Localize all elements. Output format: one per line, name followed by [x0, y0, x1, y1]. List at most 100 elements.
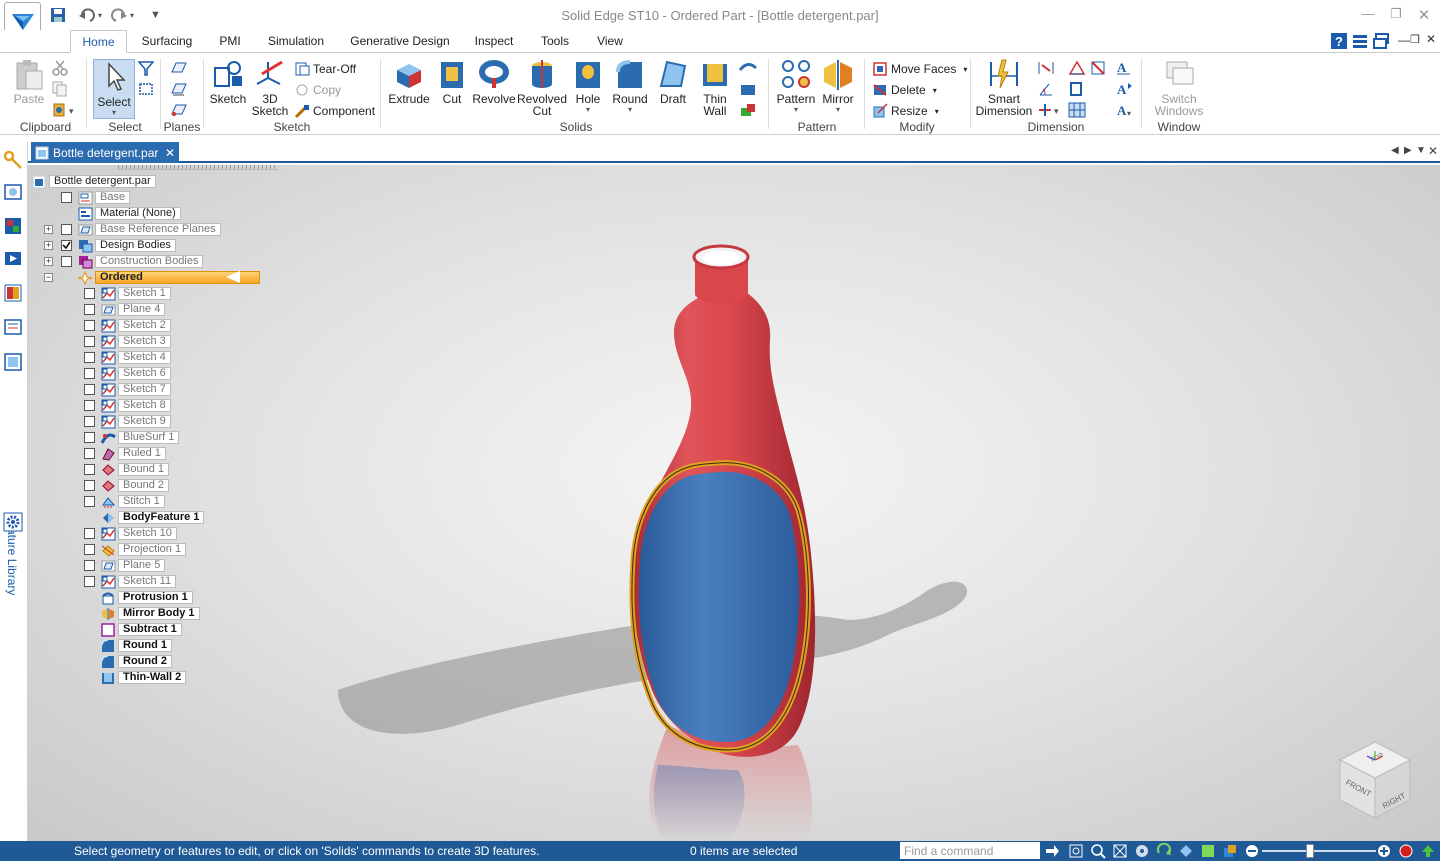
- tab-pmi[interactable]: PMI: [212, 30, 248, 53]
- solids-more-3-icon[interactable]: [738, 102, 760, 118]
- cascade-icon[interactable]: [1373, 33, 1389, 49]
- tab-list-icon[interactable]: ▼: [1416, 145, 1426, 156]
- copy-icon[interactable]: [52, 81, 68, 97]
- tree-item[interactable]: Sketch 11: [84, 574, 177, 589]
- tree-visibility-checkbox[interactable]: [84, 480, 95, 491]
- layers-icon[interactable]: [3, 182, 23, 202]
- tree-item[interactable]: Projection 1: [84, 542, 187, 557]
- view-manager-icon[interactable]: [3, 249, 23, 269]
- hole-button[interactable]: Hole ▾: [570, 57, 606, 114]
- tree-visibility-checkbox[interactable]: [84, 368, 95, 379]
- pan-icon[interactable]: [1134, 843, 1150, 859]
- draft-button[interactable]: Draft: [654, 57, 692, 105]
- tree-item[interactable]: Bound 1: [84, 462, 169, 477]
- tree-visibility-checkbox[interactable]: [84, 320, 95, 331]
- pathfinder-splitter[interactable]: [118, 165, 278, 170]
- spin-about-icon[interactable]: [1178, 843, 1194, 859]
- tree-item[interactable]: Sketch 2: [84, 318, 171, 333]
- tree-visibility-checkbox[interactable]: [84, 336, 95, 347]
- thin-wall-button[interactable]: Thin Wall: [696, 57, 734, 117]
- rotate-icon[interactable]: [1156, 843, 1172, 859]
- tab-scroll-right-icon[interactable]: ▶: [1404, 145, 1412, 156]
- upload-icon[interactable]: [1420, 843, 1436, 859]
- solids-more-2-icon[interactable]: [738, 81, 760, 97]
- view-cube[interactable]: TOP FRONT RIGHT: [1338, 741, 1412, 819]
- tree-expand-toggle[interactable]: +: [44, 225, 53, 234]
- relate-icon[interactable]: [1068, 60, 1086, 76]
- tree-visibility-checkbox[interactable]: [61, 192, 72, 203]
- tree-visibility-checkbox[interactable]: [61, 240, 72, 251]
- zoom-icon[interactable]: [1090, 843, 1106, 859]
- zoom-slider-track[interactable]: [1262, 850, 1376, 852]
- tree-item[interactable]: Sketch 9: [84, 414, 171, 429]
- tree-item[interactable]: Plane 4: [84, 302, 166, 317]
- pattern-button[interactable]: Pattern ▾: [774, 57, 818, 114]
- tree-visibility-checkbox[interactable]: [61, 224, 72, 235]
- annotation-more-icon[interactable]: A ▾: [1116, 102, 1134, 118]
- tree-item[interactable]: + Construction Bodies: [44, 254, 204, 269]
- doc-restore-button[interactable]: ❐: [1410, 33, 1420, 46]
- tree-item[interactable]: Sketch 1: [84, 286, 171, 301]
- tab-home[interactable]: Home: [70, 30, 127, 53]
- doc-close-button[interactable]: ✕: [1426, 32, 1436, 46]
- tree-item[interactable]: + Base Reference Planes: [44, 222, 221, 237]
- switch-windows-button[interactable]: Switch Windows: [1148, 57, 1210, 117]
- feature-library-icon[interactable]: [3, 352, 23, 372]
- tab-simulation[interactable]: Simulation: [262, 30, 330, 53]
- tree-item[interactable]: Sketch 8: [84, 398, 171, 413]
- tab-view[interactable]: View: [590, 30, 630, 53]
- coordinate-dimension-icon[interactable]: ▾: [1037, 102, 1063, 118]
- tab-inspect[interactable]: Inspect: [468, 30, 520, 53]
- bottle-model[interactable]: [629, 244, 816, 757]
- tree-visibility-checkbox[interactable]: [84, 400, 95, 411]
- tree-item[interactable]: Plane 5: [84, 558, 166, 573]
- help-icon[interactable]: ?: [1331, 33, 1347, 49]
- tab-scroll-left-icon[interactable]: ◀: [1391, 145, 1399, 156]
- tree-item[interactable]: Round 2: [101, 654, 172, 669]
- arrange-icon[interactable]: [1352, 33, 1368, 49]
- extrude-button[interactable]: Extrude: [386, 57, 432, 105]
- document-tab[interactable]: Bottle detergent.par ✕: [31, 142, 179, 163]
- tree-item[interactable]: Sketch 3: [84, 334, 171, 349]
- dimension-style-icon[interactable]: [1068, 81, 1086, 97]
- revolved-cut-button[interactable]: Revolved Cut: [517, 57, 567, 117]
- tree-expand-toggle[interactable]: +: [44, 241, 53, 250]
- tree-visibility-checkbox[interactable]: [84, 528, 95, 539]
- tree-item[interactable]: Sketch 6: [84, 366, 171, 381]
- tree-item[interactable]: Mirror Body 1: [101, 606, 200, 621]
- tree-item[interactable]: Round 1: [101, 638, 172, 653]
- cut-button[interactable]: Cut: [434, 57, 470, 105]
- tree-visibility-checkbox[interactable]: [84, 416, 95, 427]
- solids-more-1-icon[interactable]: [738, 60, 760, 76]
- zoom-out-icon[interactable]: [1244, 843, 1260, 859]
- color-manager-icon[interactable]: [3, 216, 23, 236]
- pathfinder-key-icon[interactable]: [3, 150, 23, 170]
- tab-surfacing[interactable]: Surfacing: [135, 30, 199, 53]
- table-dimension-icon[interactable]: [1068, 102, 1086, 118]
- tree-item[interactable]: − Ordered: [44, 270, 260, 285]
- 3d-sketch-button[interactable]: 3D Sketch: [250, 57, 290, 117]
- tree-item[interactable]: BlueSurf 1: [84, 430, 180, 445]
- settings-gear-icon[interactable]: [3, 512, 23, 532]
- display-style-icon[interactable]: [1222, 843, 1238, 859]
- tree-visibility-checkbox[interactable]: [84, 496, 95, 507]
- tree-item[interactable]: Subtract 1: [101, 622, 182, 637]
- paste-special-icon[interactable]: ▾: [52, 102, 78, 118]
- select-filter-icon[interactable]: [138, 60, 154, 76]
- resize-button[interactable]: Resize ▾: [872, 102, 939, 120]
- find-go-arrow-icon[interactable]: [1044, 843, 1060, 859]
- tree-item[interactable]: Sketch 7: [84, 382, 171, 397]
- tree-item[interactable]: Base: [61, 190, 131, 205]
- tree-visibility-checkbox[interactable]: [84, 304, 95, 315]
- smart-dimension-button[interactable]: Smart Dimension: [975, 57, 1033, 117]
- restore-button[interactable]: ❐: [1386, 6, 1406, 24]
- tree-visibility-checkbox[interactable]: [84, 352, 95, 363]
- move-faces-button[interactable]: Move Faces ▾: [872, 60, 967, 78]
- zoom-area-icon[interactable]: [1068, 843, 1084, 859]
- plane-angle-icon[interactable]: [170, 81, 188, 97]
- relationship-assistant-icon[interactable]: [1090, 60, 1108, 76]
- copy-sketch-button[interactable]: Copy: [294, 81, 341, 99]
- tab-generative-design[interactable]: Generative Design: [346, 30, 454, 53]
- sensors-icon[interactable]: [3, 317, 23, 337]
- tab-close-icon[interactable]: ✕: [1428, 144, 1438, 158]
